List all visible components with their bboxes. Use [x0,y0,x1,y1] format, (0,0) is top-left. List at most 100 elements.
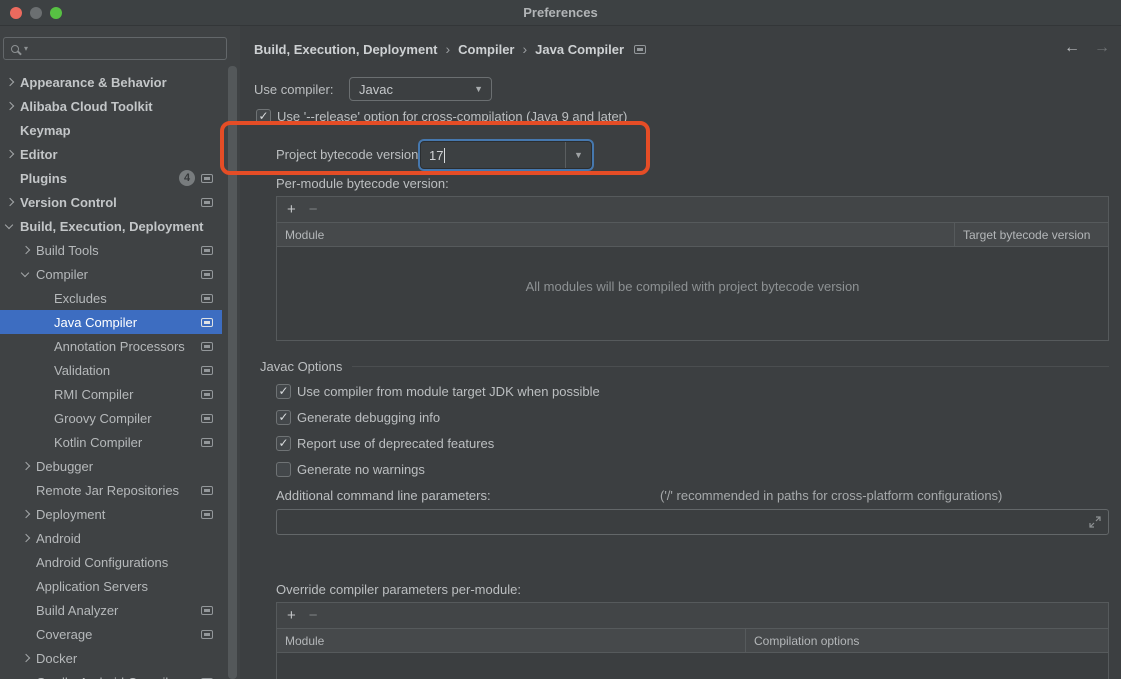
chevron-slot [6,103,20,109]
option-row-report-use-of-deprecated-features: Report use of deprecated features [276,430,600,456]
sidebar-item-excludes[interactable]: Excludes [0,286,222,310]
sidebar-item-application-servers[interactable]: Application Servers [0,574,222,598]
tree-settings-icon [201,342,213,351]
additional-params-hint: ('/' recommended in paths for cross-plat… [660,488,1002,503]
sidebar-item-label: Alibaba Cloud Toolkit [20,99,153,114]
add-icon[interactable]: + [287,608,296,623]
chevron-down-icon[interactable] [21,268,29,276]
sidebar-item-label: Editor [20,147,58,162]
checkbox-report-use-of-deprecated-features[interactable] [276,436,291,451]
sidebar-item-label: Annotation Processors [54,339,185,354]
search-options-icon[interactable]: ▾ [24,44,28,53]
sidebar-item-android[interactable]: Android [0,526,222,550]
chevron-right-icon[interactable] [22,510,30,518]
sidebar-item-label: Validation [54,363,110,378]
add-icon[interactable]: + [287,202,296,217]
sidebar-item-validation[interactable]: Validation [0,358,222,382]
preferences-window: Preferences ▾ Appearance & Behavior Aliba… [0,0,1121,679]
sidebar-item-label: Kotlin Compiler [54,435,142,450]
sidebar-item-version-control[interactable]: Version Control [0,190,222,214]
sidebar-item-gradle-android-compiler[interactable]: Gradle-Android Compiler [0,670,222,679]
sidebar-item-build-tools[interactable]: Build Tools [0,238,222,262]
chevron-down-icon[interactable] [5,220,13,228]
additional-params-input[interactable] [276,509,1109,535]
tree-settings-icon [201,198,213,207]
checkbox-use-compiler-from-module-target-jdk-when-possible[interactable] [276,384,291,399]
sidebar-item-editor[interactable]: Editor [0,142,222,166]
checkbox-generate-debugging-info[interactable] [276,410,291,425]
back-arrow-icon[interactable]: ← [1064,39,1080,57]
sidebar-scrollbar[interactable] [228,66,237,679]
settings-content: Build, Execution, Deployment › Compiler … [240,26,1121,679]
sidebar-item-debugger[interactable]: Debugger [0,454,222,478]
remove-icon[interactable]: − [309,608,318,623]
checkbox-generate-no-warnings[interactable] [276,462,291,477]
sidebar-item-label: Application Servers [36,579,148,594]
remove-icon[interactable]: − [309,202,318,217]
tree-settings-icon [201,270,213,279]
sidebar-item-java-compiler[interactable]: Java Compiler [0,310,222,334]
sidebar-item-build-analyzer[interactable]: Build Analyzer [0,598,222,622]
chevron-slot [6,151,20,157]
tree-settings-icon [201,510,213,519]
javac-options-checkboxes: Use compiler from module target JDK when… [276,378,600,482]
count-badge: 4 [179,170,195,186]
sidebar-item-label: Android Configurations [36,555,168,570]
sidebar-item-label: RMI Compiler [54,387,133,402]
breadcrumb-item[interactable]: Java Compiler [535,42,624,57]
sidebar-item-deployment[interactable]: Deployment [0,502,222,526]
chevron-right-icon[interactable] [22,534,30,542]
table-body[interactable]: All modules will be compiled with projec… [277,247,1108,340]
sidebar-item-build-execution-deployment[interactable]: Build, Execution, Deployment [0,214,222,238]
settings-search-input[interactable]: ▾ [3,37,227,60]
checkbox-label: Generate no warnings [297,462,425,477]
sidebar-item-android-configurations[interactable]: Android Configurations [0,550,222,574]
chevron-right-icon[interactable] [22,654,30,662]
sidebar-item-compiler[interactable]: Compiler [0,262,222,286]
section-divider [352,366,1109,367]
project-bytecode-combobox[interactable]: 17 ▼ [420,141,592,169]
sidebar-item-groovy-compiler[interactable]: Groovy Compiler [0,406,222,430]
chevron-right-icon[interactable] [22,246,30,254]
window-title: Preferences [0,5,1121,20]
sidebar-item-coverage[interactable]: Coverage [0,622,222,646]
sidebar-item-plugins[interactable]: Plugins4 [0,166,222,190]
release-checkbox[interactable] [256,109,271,124]
sidebar-item-appearance-behavior[interactable]: Appearance & Behavior [0,70,222,94]
sidebar-item-label: Keymap [20,123,71,138]
sidebar-item-label: Excludes [54,291,107,306]
chevron-right-icon[interactable] [6,102,14,110]
column-header-module[interactable]: Module [277,629,746,652]
chevron-right-icon[interactable] [6,78,14,86]
chevron-down-icon[interactable]: ▼ [565,142,591,168]
sidebar-item-rmi-compiler[interactable]: RMI Compiler [0,382,222,406]
chevron-slot [22,511,36,517]
chevron-right-icon[interactable] [6,198,14,206]
chevron-slot [22,463,36,469]
chevron-slot [22,535,36,541]
tree-settings-icon [201,414,213,423]
sidebar-item-remote-jar-repositories[interactable]: Remote Jar Repositories [0,478,222,502]
expand-icon[interactable] [1089,516,1101,528]
use-compiler-value: Javac [359,82,393,97]
sidebar-item-docker[interactable]: Docker [0,646,222,670]
sidebar-item-alibaba-cloud-toolkit[interactable]: Alibaba Cloud Toolkit [0,94,222,118]
column-header-target-bytecode[interactable]: Target bytecode version [955,223,1108,246]
chevron-right-icon[interactable] [22,462,30,470]
override-params-label: Override compiler parameters per-module: [276,582,521,597]
sidebar-item-kotlin-compiler[interactable]: Kotlin Compiler [0,430,222,454]
breadcrumb-item[interactable]: Build, Execution, Deployment [254,42,437,57]
column-header-module[interactable]: Module [277,223,955,246]
tree-settings-icon [634,45,646,54]
javac-options-title: Javac Options [260,359,342,374]
title-bar: Preferences [0,0,1121,26]
breadcrumb-item[interactable]: Compiler [458,42,514,57]
sidebar-item-keymap[interactable]: Keymap [0,118,222,142]
table-body[interactable] [277,653,1108,679]
use-compiler-select[interactable]: Javac ▼ [349,77,492,101]
sidebar-item-annotation-processors[interactable]: Annotation Processors [0,334,222,358]
column-header-compilation-options[interactable]: Compilation options [746,629,1108,652]
chevron-right-icon[interactable] [6,150,14,158]
option-row-generate-debugging-info: Generate debugging info [276,404,600,430]
sidebar-item-label: Version Control [20,195,117,210]
